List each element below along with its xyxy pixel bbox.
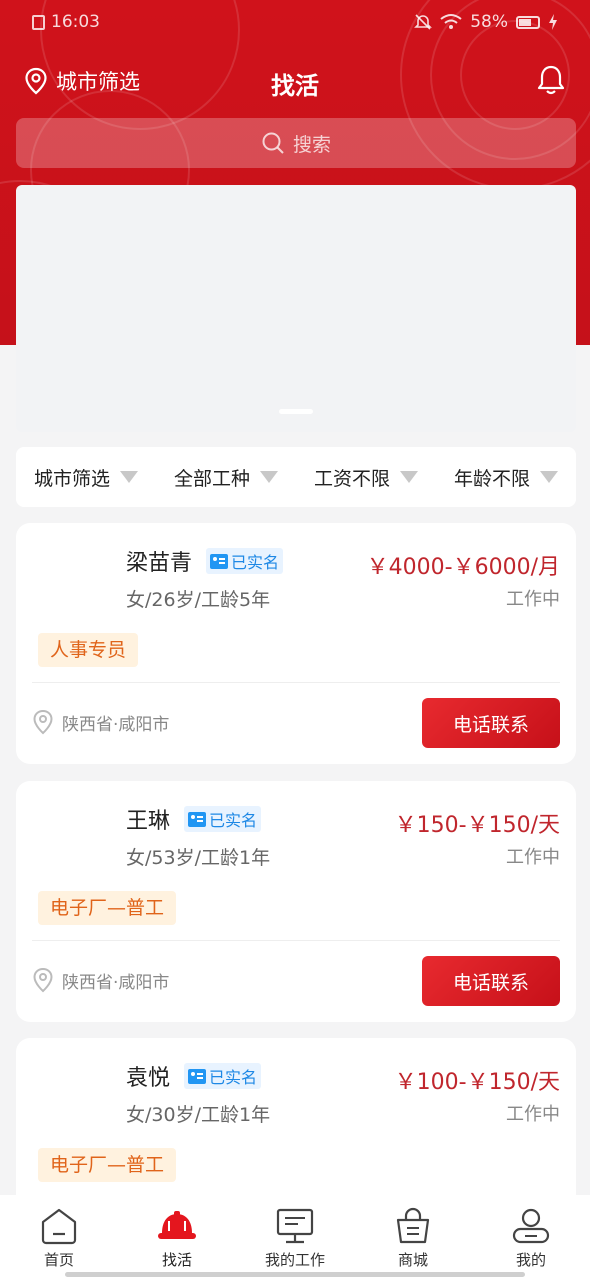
user-icon [512,1208,550,1244]
search-icon [262,132,284,154]
location-text: 陕西省·咸阳市 [62,972,170,993]
work-status: 工作中 [506,589,560,610]
tab-label: 商城 [397,1251,428,1269]
charging-icon [549,14,557,30]
filter-city[interactable]: 城市筛选 [16,464,156,491]
verified-badge: 已实名 [206,548,284,574]
dropdown-triangle-icon [120,471,138,483]
location-pin-icon [33,709,53,735]
clock-text: 16:03 [51,12,100,32]
name-row: 梁苗青 已实名 [126,545,284,577]
worker-card[interactable]: 梁苗青 已实名 女/26岁/工龄5年 ￥4000-￥6000/月 工作中 人事专… [16,523,576,764]
filter-age[interactable]: 年龄不限 [436,464,576,491]
dropdown-triangle-icon [400,471,418,483]
home-indicator [65,1272,525,1277]
filter-label: 全部工种 [173,467,250,490]
tab-label: 我的工作 [264,1251,325,1269]
shopping-bag-icon [396,1207,430,1244]
banner-carousel[interactable] [16,185,576,432]
divider [32,682,560,683]
mute-icon [414,14,433,30]
verified-label: 已实名 [231,553,280,572]
divider [32,940,560,941]
bell-icon[interactable] [536,64,566,96]
work-status: 工作中 [506,1104,560,1125]
call-button[interactable]: 电话联系 [422,956,560,1006]
verified-label: 已实名 [209,1068,258,1087]
salary-range: ￥4000-￥6000/月 [366,555,560,580]
id-card-icon [188,1068,207,1084]
status-time: 16:03 [32,12,100,32]
dropdown-triangle-icon [540,471,558,483]
worker-info: 女/30岁/工龄1年 [126,1104,271,1126]
top-bar: 城市筛选 找活 [0,58,590,106]
tab-label: 找活 [161,1251,192,1269]
worker-name: 袁悦 [126,1066,171,1091]
job-tag: 人事专员 [38,633,139,667]
filter-bar: 城市筛选 全部工种 工资不限 年龄不限 [16,447,576,507]
name-row: 王琳 已实名 [126,803,262,835]
carousel-indicator [279,409,313,414]
bottom-tab-bar: 首页 找活 我的工作 商城 我的 [0,1195,590,1278]
work-status: 工作中 [506,847,560,868]
job-tag: 电子厂—普工 [38,1148,177,1182]
location: 陕西省·咸阳市 [32,967,169,993]
location: 陕西省·咸阳市 [32,709,169,735]
id-card-icon [188,811,207,827]
location-pin-icon [33,967,53,993]
search-placeholder: 搜索 [292,133,331,156]
tab-my-work[interactable]: 我的工作 [236,1195,354,1278]
job-tag: 电子厂—普工 [38,891,177,925]
tab-label: 我的 [515,1251,546,1269]
filter-job-type[interactable]: 全部工种 [156,464,296,491]
battery-percent: 58% [470,12,508,32]
filter-label: 工资不限 [313,467,390,490]
helmet-icon [158,1211,196,1239]
home-icon [41,1208,77,1245]
worker-info: 女/26岁/工龄5年 [126,589,271,611]
location-text: 陕西省·咸阳市 [62,714,170,735]
verified-label: 已实名 [209,811,258,830]
status-right: 58% [414,12,558,32]
monitor-icon [276,1208,314,1244]
tab-label: 首页 [43,1251,74,1269]
call-button[interactable]: 电话联系 [422,698,560,748]
worker-name: 王琳 [126,809,171,834]
status-bar: 16:03 58% [0,0,590,46]
filter-label: 城市筛选 [33,467,110,490]
worker-name: 梁苗青 [126,551,193,576]
salary-range: ￥150-￥150/天 [394,813,560,838]
tab-home[interactable]: 首页 [0,1195,118,1278]
tab-find-work[interactable]: 找活 [118,1195,236,1278]
filter-salary[interactable]: 工资不限 [296,464,436,491]
salary-range: ￥100-￥150/天 [394,1070,560,1095]
battery-icon [516,15,540,29]
search-input[interactable]: 搜索 [16,118,576,168]
notification-icon [32,14,45,30]
verified-badge: 已实名 [184,1063,262,1089]
filter-label: 年龄不限 [453,467,530,490]
tab-mine[interactable]: 我的 [472,1195,590,1278]
verified-badge: 已实名 [184,806,262,832]
wifi-icon [440,14,462,29]
id-card-icon [210,553,229,569]
name-row: 袁悦 已实名 [126,1060,262,1092]
worker-info: 女/53岁/工龄1年 [126,847,271,869]
tab-mall[interactable]: 商城 [354,1195,472,1278]
dropdown-triangle-icon [260,471,278,483]
page-title: 找活 [271,72,319,100]
worker-card[interactable]: 王琳 已实名 女/53岁/工龄1年 ￥150-￥150/天 工作中 电子厂—普工… [16,781,576,1022]
